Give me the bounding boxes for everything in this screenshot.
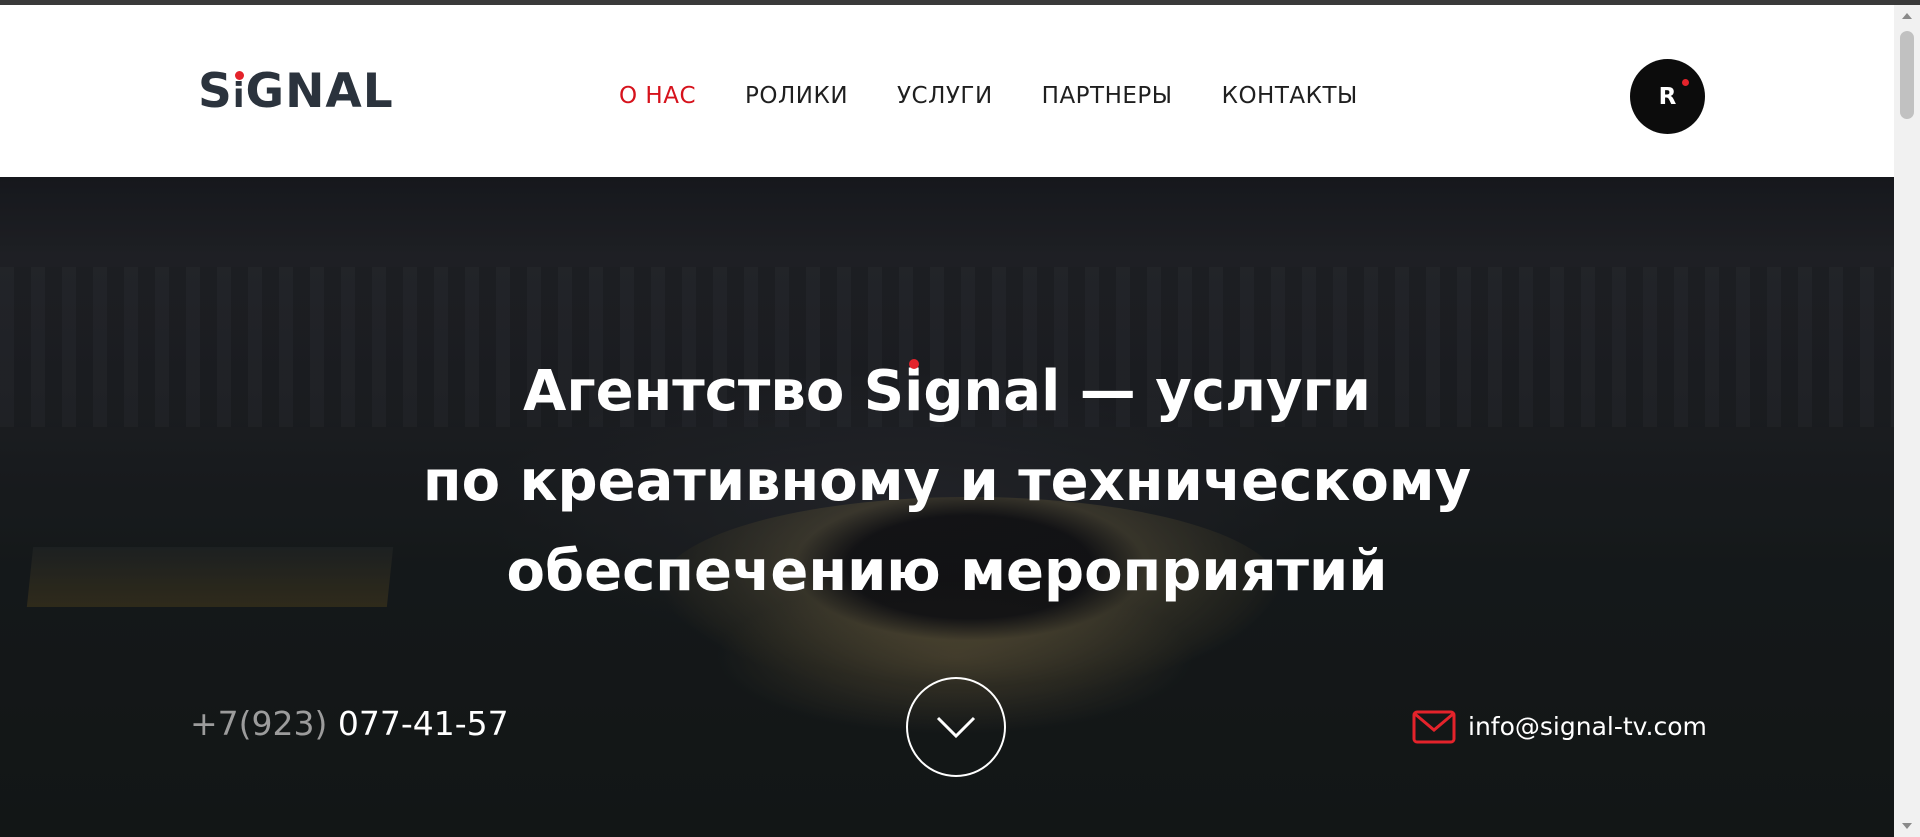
badge-letter: R	[1658, 83, 1677, 110]
email-link[interactable]: info@signal-tv.com	[1412, 707, 1707, 747]
email-address: info@signal-tv.com	[1468, 712, 1707, 741]
nav-item-about[interactable]: О НАС	[619, 79, 696, 113]
scrollbar-thumb[interactable]	[1900, 31, 1914, 119]
main-nav: О НАС РОЛИКИ УСЛУГИ ПАРТНЕРЫ КОНТАКТЫ	[619, 79, 1407, 113]
headline-line-3: обеспечению мероприятий	[506, 539, 1388, 604]
badge-red-dot	[1682, 79, 1689, 86]
hero-section: Агентство Signal — услуги по креативному…	[0, 177, 1894, 837]
phone-link[interactable]: +7(923) 077-41-57	[190, 704, 509, 744]
brand-red-dot	[908, 359, 919, 369]
nav-item-partners[interactable]: ПАРТНЕРЫ	[1042, 79, 1173, 113]
nav-item-services[interactable]: УСЛУГИ	[897, 79, 993, 113]
phone-prefix: +7(923)	[190, 704, 328, 743]
hero-headline: Агентство Signal — услуги по креативному…	[0, 347, 1894, 617]
scroll-down-button[interactable]	[906, 677, 1006, 777]
logo-letter-i: i	[233, 67, 246, 121]
headline-line-2: по креативному и техническому	[422, 449, 1472, 514]
page-scrollbar[interactable]	[1894, 5, 1920, 837]
mail-icon	[1412, 710, 1456, 744]
scroll-up-arrow-icon[interactable]	[1902, 13, 1912, 19]
nav-item-videos[interactable]: РОЛИКИ	[745, 79, 848, 113]
logo-letters-rest: GNAL	[245, 64, 394, 119]
scroll-down-arrow-icon[interactable]	[1902, 823, 1912, 829]
chevron-down-icon	[936, 716, 976, 739]
r-badge-button[interactable]: R	[1630, 59, 1705, 134]
signal-logo[interactable]: SiGNAL	[198, 67, 394, 117]
headline-line-1: Агентство Signal — услуги	[0, 347, 1894, 437]
nav-item-contacts[interactable]: КОНТАКТЫ	[1222, 79, 1358, 113]
headline-brand-word: Signal	[863, 359, 1061, 424]
site-header: SiGNAL О НАС РОЛИКИ УСЛУГИ ПАРТНЕРЫ КОНТ…	[0, 5, 1894, 177]
logo-letter-s: S	[198, 64, 233, 119]
phone-number: 077-41-57	[337, 704, 509, 743]
